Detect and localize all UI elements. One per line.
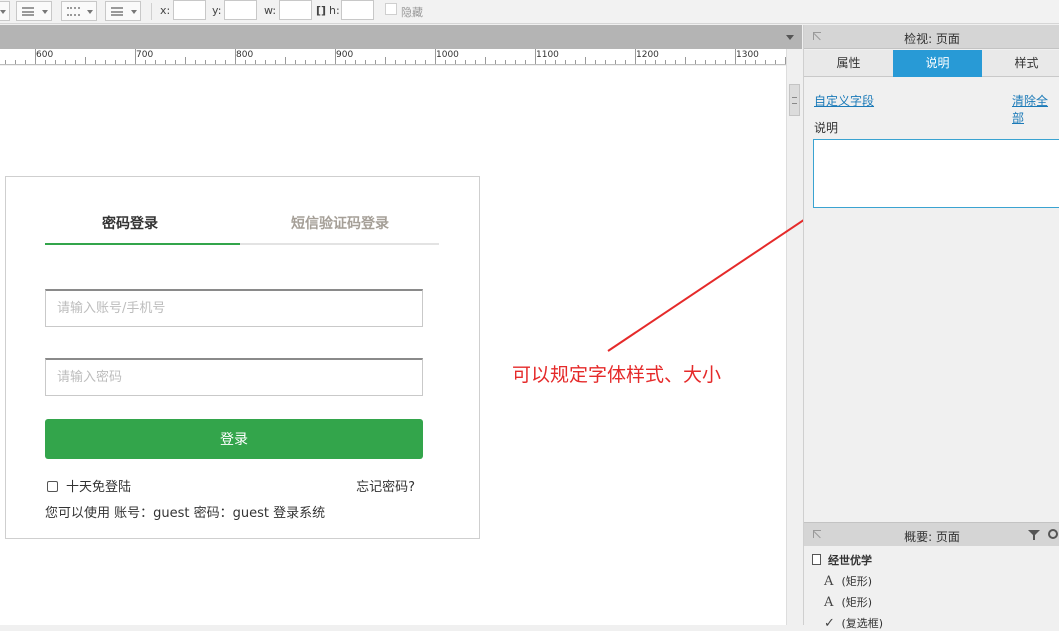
checkmark-icon: ✓ [824,616,835,631]
outline-title: 概要: 页面 [904,530,960,544]
clear-all-link[interactable]: 清除全部 [1012,92,1059,126]
notes-label: 说明 [814,121,839,135]
outline-item-label: (矩形) [841,596,873,609]
custom-fields-link[interactable]: 自定义字段 [814,92,874,109]
outline-item[interactable]: ✓ (复选框) [824,615,883,631]
search-icon[interactable] [1048,529,1058,539]
tab-properties[interactable]: 属性 [804,50,893,77]
page-icon [812,554,821,565]
text-icon: A [824,595,834,610]
outline-item[interactable]: A (矩形) [824,573,872,589]
tab-notes[interactable]: 说明 [893,50,982,77]
inspector-tabs: 属性 说明 样式 [804,50,1059,77]
outline-header: 概要: 页面 [804,522,1059,546]
annotation-text: 可以规定字体样式、大小 [512,364,722,386]
inspector-panel: 检视: 页面 属性 说明 样式 自定义字段 清除全部 说明 概要: 页面 经世优… [803,25,1059,631]
outline-item-label: (复选框) [841,617,884,630]
outline-root-label: 经世优学 [828,554,872,567]
inspector-title: 检视: 页面 [904,32,960,46]
inspector-header: 检视: 页面 [804,25,1059,49]
text-icon: A [824,574,834,589]
notes-textarea[interactable] [813,139,1059,208]
tab-style[interactable]: 样式 [982,50,1059,77]
filter-icon[interactable] [1028,530,1040,540]
outline-root-page[interactable]: 经世优学 [812,552,872,568]
outline-item[interactable]: A (矩形) [824,594,872,610]
outline-item-label: (矩形) [841,575,873,588]
